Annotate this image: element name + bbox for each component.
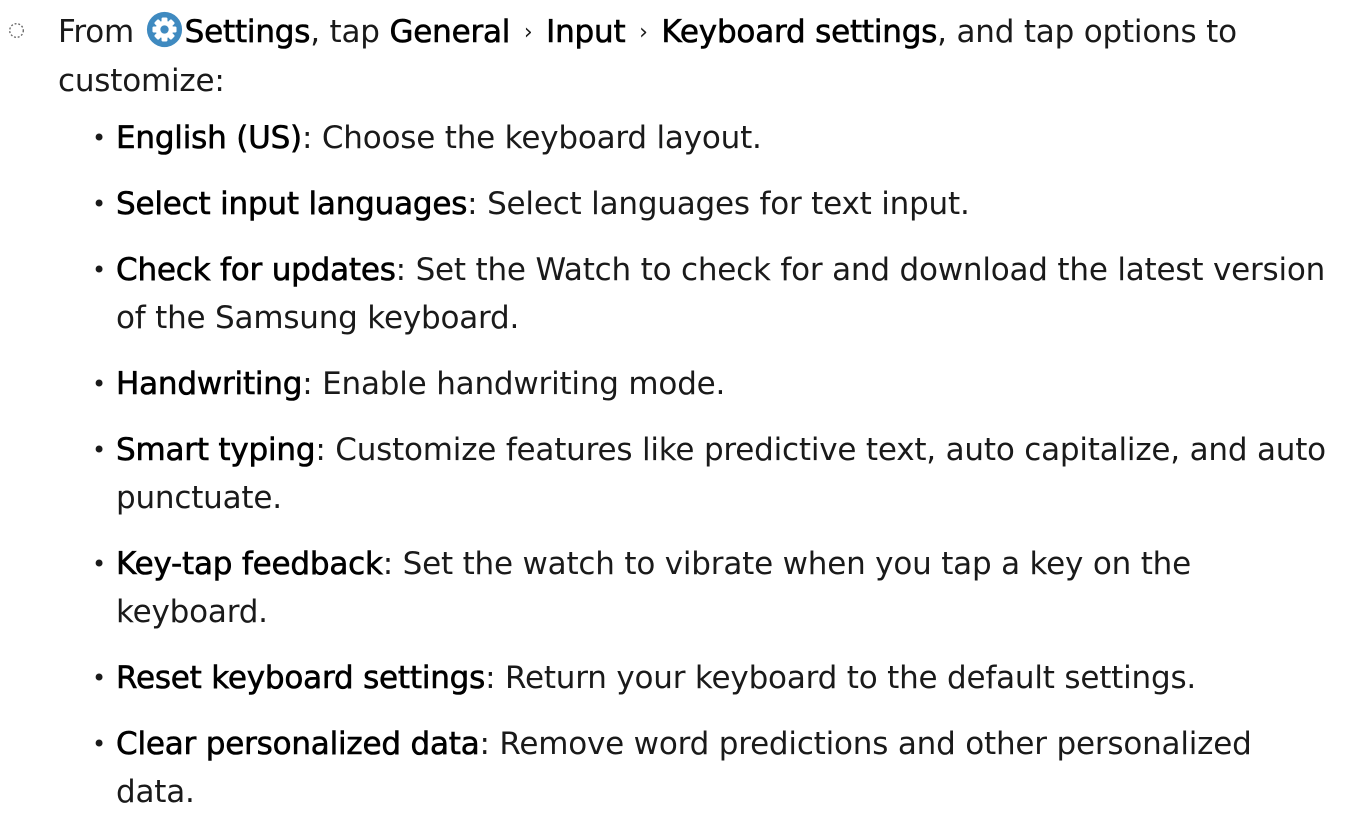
list-item: • English (US): Choose the keyboard layo…: [92, 114, 1332, 162]
bullet-icon: •: [92, 370, 106, 398]
bullet-icon: •: [92, 124, 106, 152]
bullet-icon: •: [92, 664, 106, 692]
options-list: • English (US): Choose the keyboard layo…: [92, 114, 1332, 834]
list-item: • Clear personalized data: Remove word p…: [92, 720, 1332, 816]
keyboard-settings-link: Keyboard settings: [661, 14, 938, 51]
chevron-right-icon: ›: [639, 20, 648, 45]
general-link: General: [389, 14, 511, 51]
option-desc: : Select languages for text input.: [467, 186, 970, 222]
option-name: Smart typing: [116, 432, 316, 469]
option-desc: : Choose the keyboard layout.: [301, 120, 762, 156]
option-name: Handwriting: [116, 366, 303, 403]
option-name: Key-tap feedback: [116, 546, 384, 583]
settings-link: Settings: [184, 14, 311, 51]
option-name: Check for updates: [116, 252, 396, 289]
list-item: • Reset keyboard settings: Return your k…: [92, 654, 1332, 702]
input-link: Input: [546, 14, 626, 51]
list-item: • Smart typing: Customize features like …: [92, 426, 1332, 522]
list-item: • Check for updates: Set the Watch to ch…: [92, 246, 1332, 342]
settings-gear-icon: [146, 11, 183, 48]
list-item: • Handwriting: Enable handwriting mode.: [92, 360, 1332, 408]
instruction-content: From Settings, tap General › Input › Key…: [0, 0, 1362, 810]
instruction-step: From Settings, tap General › Input › Key…: [0, 0, 1338, 105]
intro-mid: , tap: [310, 14, 380, 50]
intro-prefix: From: [58, 14, 135, 50]
option-name: Reset keyboard settings: [116, 660, 486, 697]
option-name: Clear personalized data: [116, 726, 480, 763]
bullet-icon: •: [92, 730, 106, 758]
bullet-icon: •: [92, 256, 106, 284]
option-name: Select input languages: [116, 186, 468, 223]
bullet-icon: •: [92, 436, 106, 464]
chevron-right-icon: ›: [523, 20, 533, 45]
list-item: • Select input languages: Select languag…: [92, 180, 1332, 228]
bullet-icon: •: [92, 550, 106, 578]
step-circle-icon: [9, 23, 24, 38]
option-desc: : Return your keyboard to the default se…: [485, 660, 1197, 696]
option-name: English (US): [116, 120, 303, 157]
list-item: • Key-tap feedback: Set the watch to vib…: [92, 540, 1332, 636]
option-desc: : Enable handwriting mode.: [302, 366, 726, 402]
bullet-icon: •: [92, 190, 106, 218]
